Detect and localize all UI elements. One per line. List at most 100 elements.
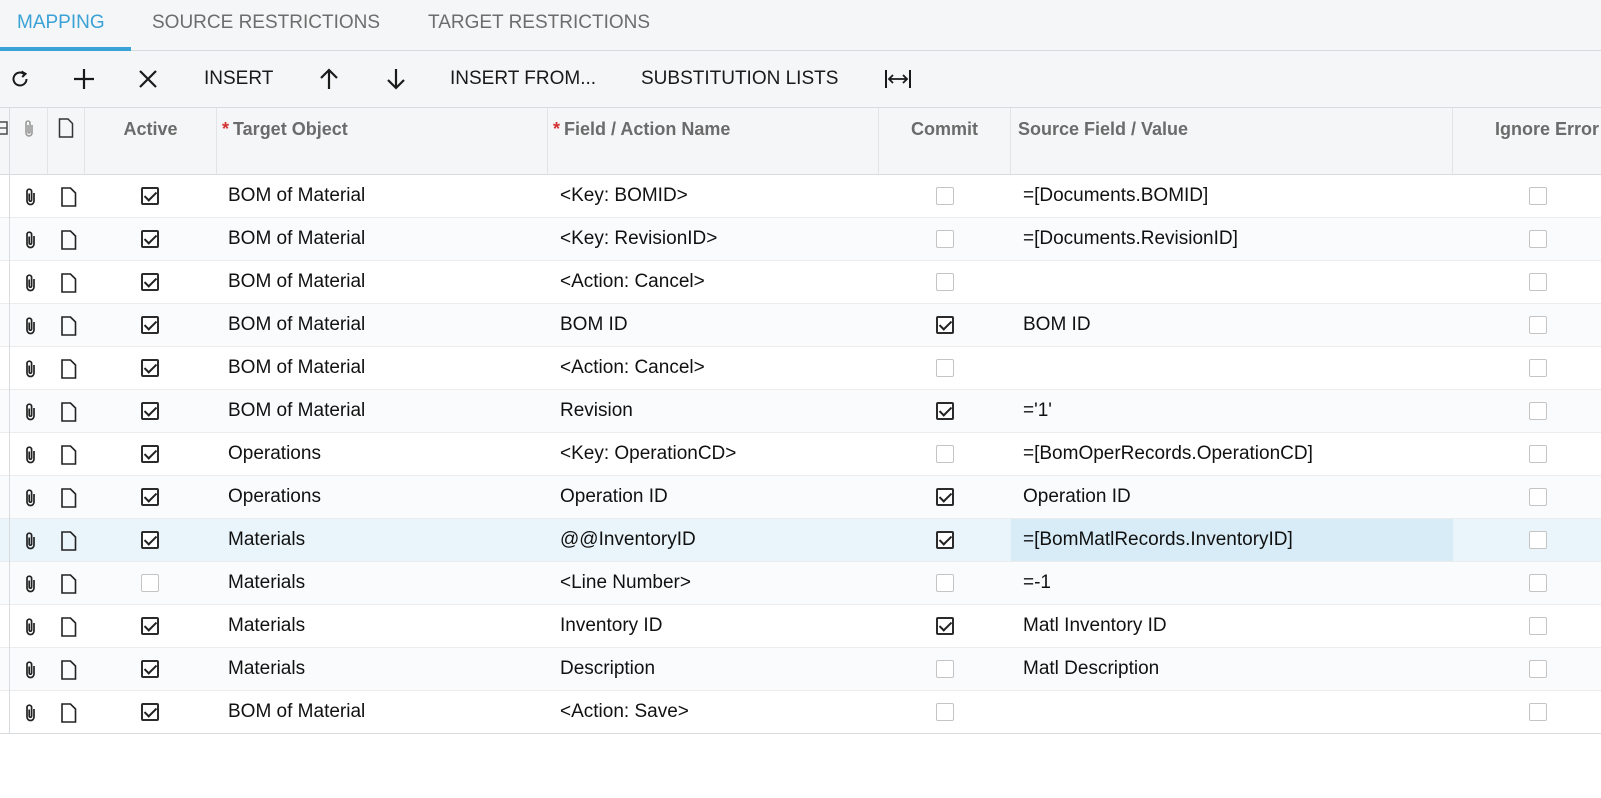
ignore-error-checkbox[interactable] (1529, 660, 1547, 678)
note-icon[interactable] (60, 316, 78, 336)
table-row[interactable]: BOM of Material <Key: RevisionID> =[Docume… (0, 218, 1601, 261)
paperclip-icon[interactable] (22, 273, 40, 293)
field-action-cell[interactable]: <Key: RevisionID> (560, 218, 717, 260)
ignore-error-checkbox[interactable] (1529, 531, 1547, 549)
table-row[interactable]: BOM of Material <Action: Cancel> (0, 261, 1601, 304)
source-field-cell[interactable]: BOM ID (1011, 304, 1453, 346)
commit-checkbox[interactable] (936, 703, 954, 721)
target-object-cell[interactable]: BOM of Material (228, 218, 365, 260)
active-checkbox[interactable] (141, 273, 159, 291)
field-action-cell[interactable]: Operation ID (560, 476, 668, 518)
ignore-error-checkbox[interactable] (1529, 574, 1547, 592)
source-field-cell[interactable]: Matl Inventory ID (1011, 605, 1453, 647)
source-field-cell[interactable] (1011, 261, 1453, 303)
note-icon[interactable] (60, 617, 78, 637)
paperclip-icon[interactable] (22, 230, 40, 250)
target-object-cell[interactable]: BOM of Material (228, 175, 365, 217)
commit-checkbox[interactable] (936, 316, 954, 334)
header-field-action[interactable]: * Field / Action Name (548, 108, 879, 174)
target-object-cell[interactable]: Materials (228, 605, 305, 647)
ignore-error-checkbox[interactable] (1529, 230, 1547, 248)
commit-checkbox[interactable] (936, 230, 954, 248)
active-checkbox[interactable] (141, 187, 159, 205)
active-checkbox[interactable] (141, 445, 159, 463)
note-icon[interactable] (60, 187, 78, 207)
field-action-cell[interactable]: <Action: Cancel> (560, 261, 705, 303)
note-icon[interactable] (60, 273, 78, 293)
field-action-cell[interactable]: <Key: OperationCD> (560, 433, 736, 475)
refresh-button[interactable] (6, 51, 34, 107)
commit-checkbox[interactable] (936, 660, 954, 678)
tab-mapping[interactable]: MAPPING (17, 0, 105, 50)
table-row[interactable]: Materials @@InventoryID =[BomMatlRecords.I… (0, 519, 1601, 562)
target-object-cell[interactable]: Materials (228, 562, 305, 604)
active-checkbox[interactable] (141, 488, 159, 506)
table-row[interactable]: BOM of Material <Action: Cancel> (0, 347, 1601, 390)
table-row[interactable]: Materials <Line Number> =-1 (0, 562, 1601, 605)
target-object-cell[interactable]: Operations (228, 433, 321, 475)
table-row[interactable]: Materials Description Matl Description (0, 648, 1601, 691)
table-row[interactable]: Materials Inventory ID Matl Inventory ID (0, 605, 1601, 648)
ignore-error-checkbox[interactable] (1529, 703, 1547, 721)
active-checkbox[interactable] (141, 660, 159, 678)
table-row[interactable]: Operations <Key: OperationCD> =[BomOperRec… (0, 433, 1601, 476)
paperclip-icon[interactable] (22, 187, 40, 207)
ignore-error-checkbox[interactable] (1529, 273, 1547, 291)
ignore-error-checkbox[interactable] (1529, 187, 1547, 205)
header-attachments[interactable] (10, 108, 48, 174)
commit-checkbox[interactable] (936, 531, 954, 549)
source-field-cell[interactable]: Matl Description (1011, 648, 1453, 690)
header-commit[interactable]: Commit (879, 108, 1011, 174)
table-row[interactable]: BOM of Material <Action: Save> (0, 691, 1601, 734)
header-active[interactable]: Active (85, 108, 217, 174)
target-object-cell[interactable]: BOM of Material (228, 390, 365, 432)
commit-checkbox[interactable] (936, 402, 954, 420)
ignore-error-checkbox[interactable] (1529, 445, 1547, 463)
paperclip-icon[interactable] (22, 531, 40, 551)
commit-checkbox[interactable] (936, 488, 954, 506)
note-icon[interactable] (60, 402, 78, 422)
note-icon[interactable] (60, 574, 78, 594)
field-action-cell[interactable]: Description (560, 648, 655, 690)
insert-from-button[interactable]: INSERT FROM... (450, 51, 596, 107)
ignore-error-checkbox[interactable] (1529, 617, 1547, 635)
active-checkbox[interactable] (141, 703, 159, 721)
paperclip-icon[interactable] (22, 402, 40, 422)
table-row[interactable]: Operations Operation ID Operation ID (0, 476, 1601, 519)
ignore-error-checkbox[interactable] (1529, 316, 1547, 334)
source-field-cell[interactable]: Operation ID (1011, 476, 1453, 518)
note-icon[interactable] (60, 445, 78, 465)
source-field-cell[interactable]: =[BomOperRecords.OperationCD] (1011, 433, 1453, 475)
source-field-cell[interactable]: =[Documents.BOMID] (1011, 175, 1453, 217)
ignore-error-checkbox[interactable] (1529, 488, 1547, 506)
note-icon[interactable] (60, 703, 78, 723)
header-source-field[interactable]: Source Field / Value (1011, 108, 1453, 174)
note-icon[interactable] (60, 531, 78, 551)
note-icon[interactable] (60, 230, 78, 250)
table-row[interactable]: BOM of Material BOM ID BOM ID (0, 304, 1601, 347)
source-field-cell[interactable]: ='1' (1011, 390, 1453, 432)
commit-checkbox[interactable] (936, 359, 954, 377)
paperclip-icon[interactable] (22, 488, 40, 508)
target-object-cell[interactable]: Operations (228, 476, 321, 518)
source-field-cell[interactable]: =[BomMatlRecords.InventoryID] (1011, 519, 1453, 561)
add-row-button[interactable] (70, 51, 98, 107)
commit-checkbox[interactable] (936, 187, 954, 205)
table-row[interactable]: BOM of Material Revision ='1' (0, 390, 1601, 433)
field-action-cell[interactable]: <Action: Cancel> (560, 347, 705, 389)
field-action-cell[interactable]: <Line Number> (560, 562, 691, 604)
paperclip-icon[interactable] (22, 445, 40, 465)
source-field-cell[interactable] (1011, 347, 1453, 389)
commit-checkbox[interactable] (936, 273, 954, 291)
field-action-cell[interactable]: Revision (560, 390, 633, 432)
insert-button[interactable]: INSERT (204, 51, 273, 107)
note-icon[interactable] (60, 660, 78, 680)
target-object-cell[interactable]: Materials (228, 648, 305, 690)
paperclip-icon[interactable] (22, 660, 40, 680)
field-action-cell[interactable]: <Action: Save> (560, 691, 689, 733)
field-action-cell[interactable]: @@InventoryID (560, 519, 696, 561)
paperclip-icon[interactable] (22, 574, 40, 594)
table-row[interactable]: BOM of Material <Key: BOMID> =[Documents.B… (0, 175, 1601, 218)
target-object-cell[interactable]: BOM of Material (228, 261, 365, 303)
ignore-error-checkbox[interactable] (1529, 359, 1547, 377)
